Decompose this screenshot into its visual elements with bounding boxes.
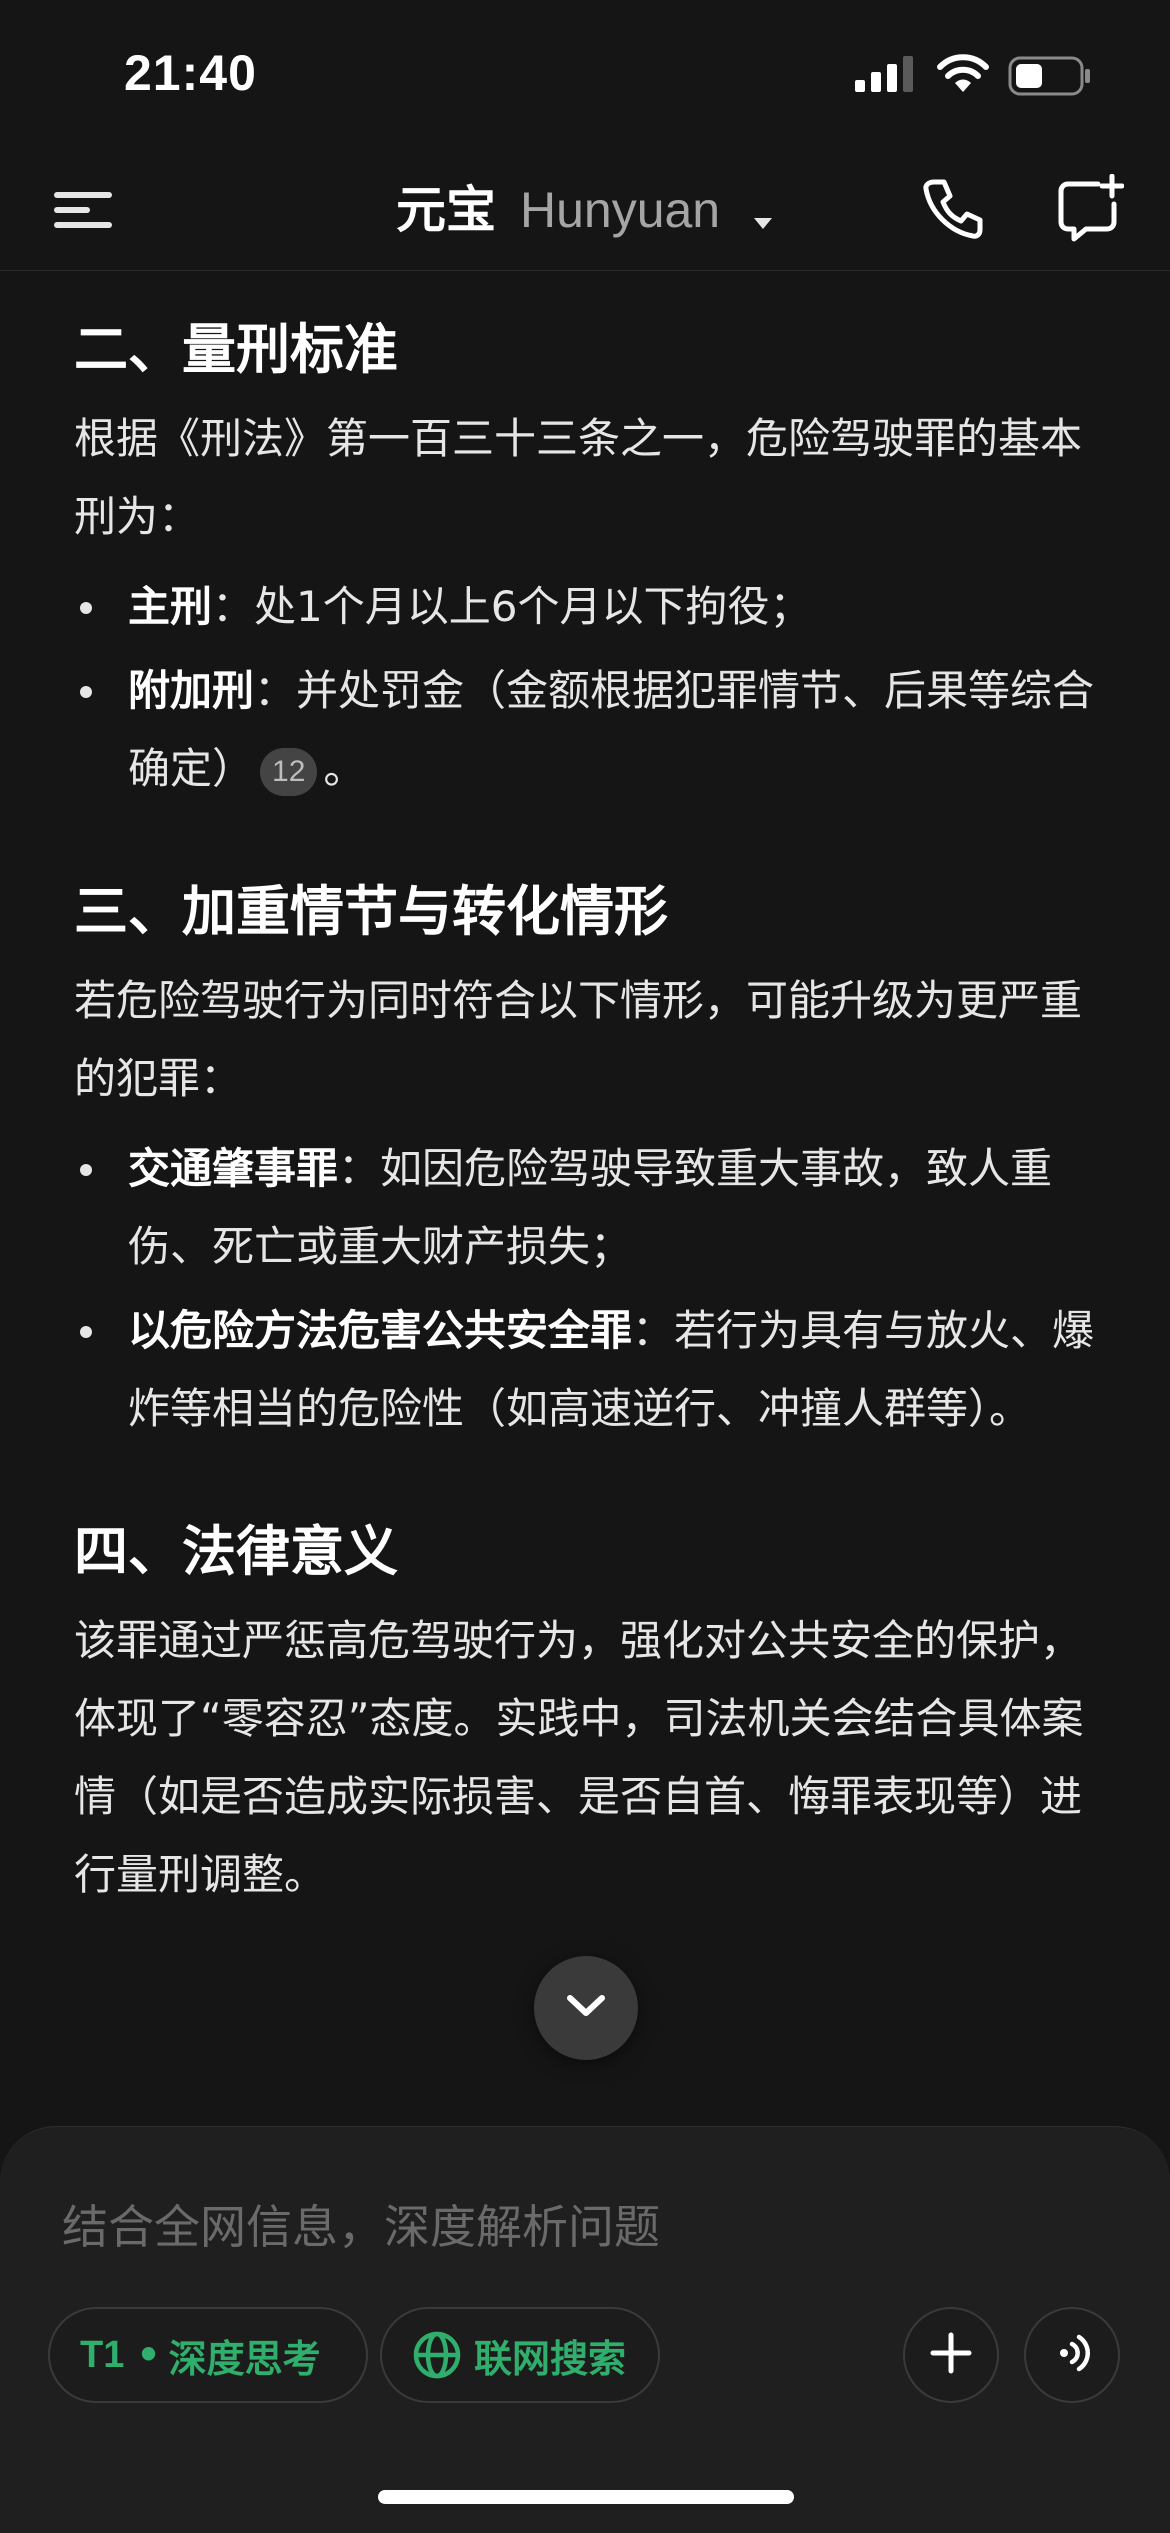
- phone-icon[interactable]: [920, 176, 986, 242]
- section-paragraph: 该罪通过严惩高危驾驶行为，强化对公共安全的保护，体现了“零容忍”态度。实践中，司…: [74, 1616, 1084, 1899]
- new-chat-icon[interactable]: [1054, 173, 1125, 244]
- app-title: 元宝: [395, 181, 496, 239]
- bullet-dot: [80, 686, 92, 698]
- citation-badge[interactable]: 12: [260, 747, 318, 796]
- bullet-text: ：处1个月以上6个月以下拘役；: [212, 582, 812, 631]
- composer: T1 • 深度思考 联网搜索: [0, 2126, 1170, 2533]
- bullet-tail: 。: [323, 744, 366, 793]
- list-item: 以危险方法危害公共安全罪：若行为具有与放火、爆炸等相当的危险性（如高速逆行、冲撞…: [74, 1292, 1104, 1448]
- bullet-dot: [80, 602, 92, 614]
- message-input[interactable]: [62, 2187, 1102, 2267]
- web-search-label: 联网搜索: [474, 2336, 627, 2381]
- nav-bar: 元宝 Hunyuan: [0, 150, 1170, 271]
- voice-input-button[interactable]: [1024, 2307, 1120, 2403]
- list-item: 主刑：处1个月以上6个月以下拘役；: [74, 568, 1104, 646]
- deep-think-label: 深度思考: [168, 2336, 321, 2381]
- list-item: 交通肇事罪：如因危险驾驶导致重大事故，致人重伤、死亡或重大财产损失；: [74, 1130, 1104, 1286]
- chevron-down-icon: [564, 1992, 608, 2024]
- bullet-dot: [80, 1326, 92, 1338]
- chip-separator: •: [136, 2333, 161, 2377]
- plus-icon: [929, 2331, 973, 2379]
- deep-think-toggle[interactable]: T1 • 深度思考: [48, 2307, 368, 2403]
- bullet-list: 交通肇事罪：如因危险驾驶导致重大事故，致人重伤、死亡或重大财产损失； 以危险方法…: [74, 1130, 1104, 1448]
- globe-icon: [412, 2330, 462, 2380]
- chat-content: 二、量刑标准 根据《刑法》第一百三十三条之一，危险驾驶罪的基本刑为： 主刑：处1…: [74, 300, 1104, 1914]
- status-bar: 21:40: [0, 0, 1170, 150]
- model-name: Hunyuan: [519, 182, 721, 238]
- model-selector[interactable]: 元宝 Hunyuan: [0, 180, 1170, 244]
- list-item: 附加刑：并处罚金（金额根据犯罪情节、后果等综合确定） 12。: [74, 652, 1104, 808]
- wifi-icon: [936, 52, 990, 98]
- home-indicator: [378, 2490, 794, 2504]
- section-paragraph: 若危险驾驶行为同时符合以下情形，可能升级为更严重的犯罪：: [74, 976, 1083, 1103]
- battery-icon: [1008, 56, 1092, 100]
- section-heading: 四、法律意义: [74, 1520, 398, 1583]
- bullet-term: 交通肇事罪: [128, 1144, 339, 1193]
- status-time: 21:40: [124, 45, 257, 101]
- bullet-term: 附加刑: [128, 666, 255, 715]
- web-search-toggle[interactable]: 联网搜索: [380, 2307, 660, 2403]
- bullet-dot: [80, 1164, 92, 1176]
- section-heading: 三、加重情节与转化情形: [74, 880, 668, 943]
- bullet-term: 以危险方法危害公共安全罪: [128, 1306, 633, 1355]
- bullet-term: 主刑: [128, 582, 213, 631]
- section-paragraph: 根据《刑法》第一百三十三条之一，危险驾驶罪的基本刑为：: [74, 414, 1083, 541]
- voice-icon: [1050, 2331, 1094, 2379]
- scroll-to-bottom-button[interactable]: [534, 1956, 638, 2060]
- caret-down-icon: [752, 184, 774, 244]
- bullet-list: 主刑：处1个月以上6个月以下拘役； 附加刑：并处罚金（金额根据犯罪情节、后果等综…: [74, 568, 1104, 808]
- cellular-signal-icon: [855, 56, 917, 96]
- section-heading: 二、量刑标准: [74, 318, 398, 381]
- model-badge: T1: [80, 2333, 125, 2376]
- add-attachment-button[interactable]: [903, 2307, 999, 2403]
